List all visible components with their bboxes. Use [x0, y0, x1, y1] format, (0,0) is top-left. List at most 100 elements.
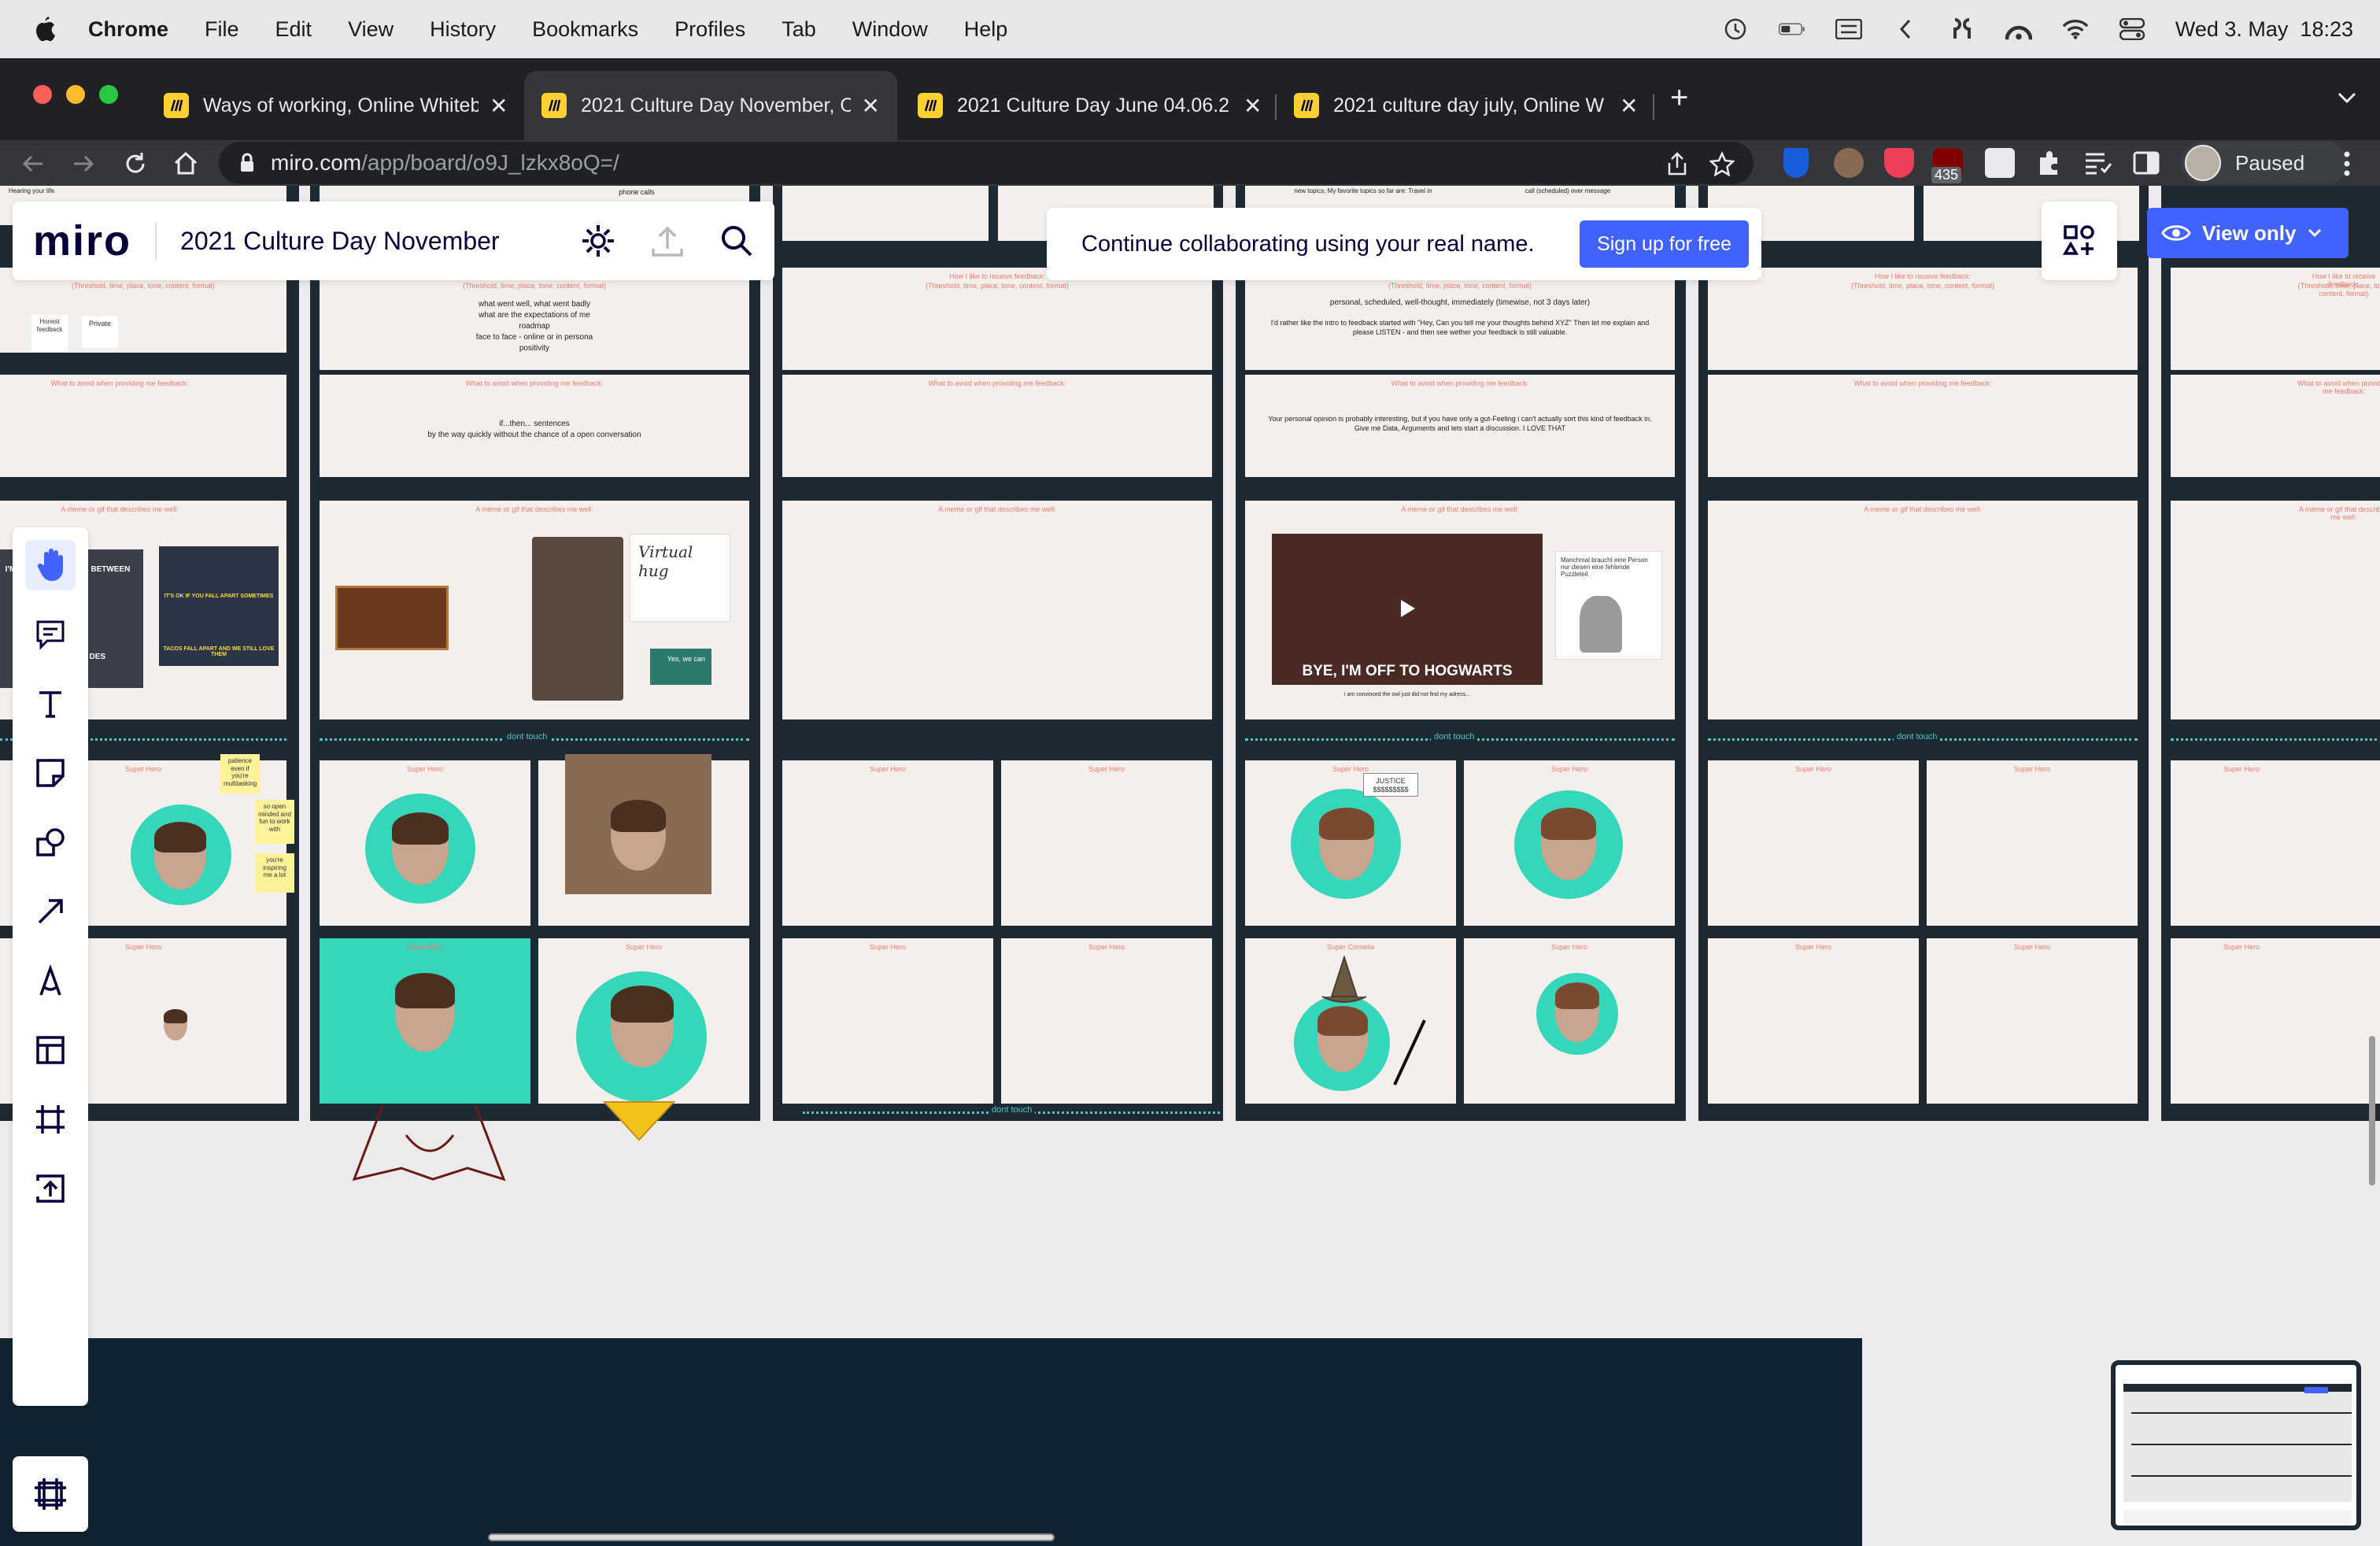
comment-tool[interactable]: [25, 609, 76, 660]
back-icon[interactable]: [19, 150, 47, 178]
tab-culture-day-july[interactable]: 2021 culture day july, Online W ✕: [1277, 71, 1655, 140]
tab-ways-of-working[interactable]: Ways of working, Online Whiteb ✕: [146, 71, 525, 140]
sticky-note[interactable]: Private: [82, 316, 118, 348]
keyboard-icon[interactable]: [1835, 17, 1862, 41]
window-zoom-button[interactable]: [99, 85, 118, 104]
frame-tool[interactable]: [25, 1094, 76, 1145]
extensions-puzzle-icon[interactable]: [2034, 148, 2064, 178]
dog-nose-image[interactable]: [532, 537, 623, 701]
meme-image[interactable]: IT'S OK IF YOU FALL APART SOMETIMES TACO…: [159, 546, 279, 666]
hogwarts-gif[interactable]: BYE, I'M OFF TO HOGWARTS: [1272, 534, 1543, 685]
extension-owl-icon[interactable]: [1834, 148, 1864, 178]
bitwarden-extension-icon[interactable]: [1783, 148, 1809, 178]
super-hero-card[interactable]: Super Hero: [1464, 938, 1675, 1104]
super-hero-card[interactable]: Super Hero: [782, 760, 993, 926]
settings-gear-icon[interactable]: [579, 222, 617, 260]
menu-history[interactable]: History: [430, 17, 496, 42]
menu-app-name[interactable]: Chrome: [88, 17, 168, 42]
horizontal-scrollbar[interactable]: [488, 1533, 1055, 1541]
super-hero-card[interactable]: Super Hero: [320, 760, 530, 926]
super-hero-card[interactable]: Super Hero: [1927, 760, 2138, 926]
justice-label[interactable]: JUSTICE $$$$$$$$$: [1363, 773, 1418, 797]
puzzle-image[interactable]: Manchmal braucht eine Person nur diesen …: [1555, 551, 1662, 660]
connection-line-tool[interactable]: [25, 886, 76, 937]
receive-feedback-card[interactable]: How I like to receive feedback: (Thresho…: [1245, 268, 1675, 370]
sticky-note[interactable]: patience even if you're multitasking: [220, 754, 260, 793]
lock-icon[interactable]: [239, 153, 255, 173]
vpn-icon[interactable]: [2005, 17, 2032, 41]
airpods-icon[interactable]: [1949, 17, 1975, 41]
menu-profiles[interactable]: Profiles: [674, 17, 745, 42]
tab-close-icon[interactable]: ✕: [1620, 93, 1638, 119]
meme-card[interactable]: A meme or gif that describes me well:: [782, 501, 1212, 719]
drawing-cape[interactable]: [351, 1104, 508, 1190]
time-machine-icon[interactable]: [1722, 17, 1749, 41]
menu-tab[interactable]: Tab: [782, 17, 816, 42]
avoid-feedback-card[interactable]: What to avoid when providing me feedback…: [2171, 375, 2380, 477]
meme-card[interactable]: A meme or gif that describes me well:: [2171, 501, 2380, 719]
super-hero-card[interactable]: Super Hero: [1708, 760, 1919, 926]
forward-icon[interactable]: [69, 150, 98, 178]
pocket-extension-icon[interactable]: [1884, 148, 1914, 178]
super-hero-card[interactable]: Super Hero: [2171, 760, 2380, 926]
super-hero-card[interactable]: Super Hero: [1464, 760, 1675, 926]
view-only-button[interactable]: View only: [2147, 208, 2349, 258]
receive-feedback-card[interactable]: How I like to receive feedback: (Thresho…: [1708, 268, 2138, 370]
sticky-note[interactable]: you're inspiring me a lot: [255, 853, 294, 893]
sign-up-button[interactable]: Sign up for free: [1580, 220, 1749, 268]
menu-edit[interactable]: Edit: [275, 17, 312, 42]
upload-icon[interactable]: [649, 222, 686, 260]
extension-square-icon[interactable]: [1985, 148, 2015, 178]
window-minimize-button[interactable]: [66, 85, 85, 104]
frames-panel-button[interactable]: [13, 1456, 88, 1532]
super-hero-card[interactable]: Super Cornelia: [1245, 938, 1456, 1104]
drawing-superman-logo[interactable]: [601, 1099, 677, 1143]
apps-shapes-button[interactable]: [2042, 202, 2117, 280]
share-icon[interactable]: [1667, 152, 1687, 176]
avoid-feedback-card[interactable]: What to avoid when providing me feedback…: [0, 375, 286, 477]
upload-tool[interactable]: [25, 1163, 76, 1214]
new-tab-icon[interactable]: +: [1670, 80, 1688, 116]
text-tool[interactable]: [25, 679, 76, 729]
tab-close-icon[interactable]: ✕: [862, 93, 880, 119]
tab-culture-day-june[interactable]: 2021 Culture Day June 04.06.2 ✕: [900, 71, 1279, 140]
menubar-datetime[interactable]: Wed 3. May 18:23: [2175, 17, 2353, 42]
super-hero-card[interactable]: Super Hero: [782, 938, 993, 1104]
meme-card[interactable]: A meme or gif that describes me well: Vi…: [320, 501, 749, 719]
apple-menu-icon[interactable]: [31, 14, 58, 44]
tab-close-icon[interactable]: ✕: [490, 93, 508, 119]
tab-culture-day-november[interactable]: 2021 Culture Day November, O ✕: [524, 71, 897, 140]
super-hero-card[interactable]: Super Hero: [2171, 938, 2380, 1104]
yes-we-can-image[interactable]: Yes, we can: [650, 649, 711, 685]
super-hero-card[interactable]: Super Hero: [538, 938, 749, 1104]
avoid-feedback-card[interactable]: What to avoid when providing me feedback…: [1708, 375, 2138, 477]
vertical-scrollbar[interactable]: [2369, 1036, 2375, 1185]
menu-file[interactable]: File: [205, 17, 239, 42]
menu-help[interactable]: Help: [964, 17, 1008, 42]
menu-window[interactable]: Window: [852, 17, 928, 42]
menu-bookmarks[interactable]: Bookmarks: [532, 17, 638, 42]
super-hero-card[interactable]: Super Hero: [1927, 938, 2138, 1104]
sticky-note-tool[interactable]: [25, 748, 76, 798]
receive-feedback-card[interactable]: How I like to receive feedback: (Thresho…: [782, 268, 1212, 370]
receive-feedback-card[interactable]: How I like to receive feedback: (Thresho…: [0, 268, 286, 353]
avoid-feedback-card[interactable]: What to avoid when providing me feedback…: [320, 375, 749, 477]
super-hero-card[interactable]: Super Hero: [1708, 938, 1919, 1104]
avoid-feedback-card[interactable]: What to avoid when providing me feedback…: [782, 375, 1212, 477]
super-hero-card[interactable]: Super Hero: [1001, 938, 1212, 1104]
super-hero-card[interactable]: Super Hero: [320, 938, 530, 1104]
sticky-note[interactable]: so open minded and fun to work with: [255, 800, 294, 844]
browser-menu-icon[interactable]: [2339, 150, 2355, 178]
super-hero-card[interactable]: Super Hero: [538, 754, 749, 926]
wifi-icon[interactable]: [2062, 17, 2089, 41]
menu-view[interactable]: View: [348, 17, 394, 42]
super-hero-card[interactable]: Super Hero: [1001, 760, 1212, 926]
reading-list-icon[interactable]: [2082, 148, 2112, 178]
meme-image[interactable]: [335, 586, 449, 650]
profile-button[interactable]: Paused: [2182, 142, 2347, 184]
avoid-feedback-card[interactable]: What to avoid when providing me feedback…: [1245, 375, 1675, 477]
board-minimap[interactable]: [2111, 1360, 2361, 1530]
bookmark-star-icon[interactable]: [1709, 151, 1735, 176]
board-title[interactable]: 2021 Culture Day November: [180, 227, 500, 256]
pen-tool[interactable]: [25, 956, 76, 1006]
